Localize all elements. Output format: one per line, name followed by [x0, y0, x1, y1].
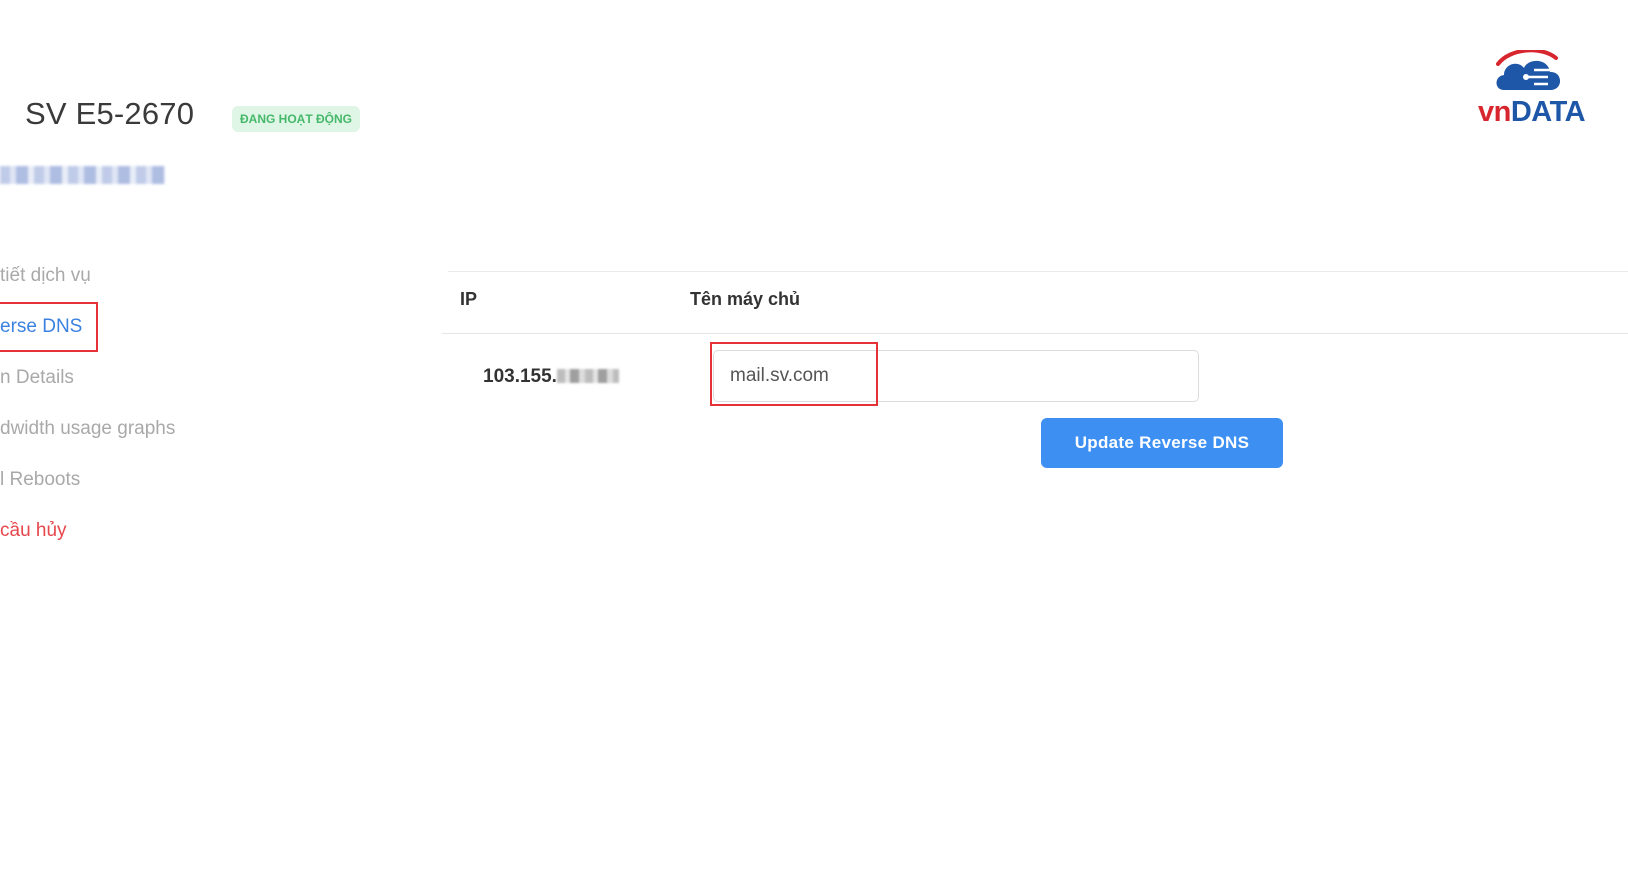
column-header-ip: IP: [460, 289, 478, 309]
vndata-logo[interactable]: vnDATA: [1468, 50, 1598, 130]
column-header-hostname: Tên máy chủ: [690, 289, 801, 309]
logo-vn-text: vn: [1478, 96, 1511, 128]
ip-blurred-part: [556, 369, 619, 383]
logo-data-text: DATA: [1510, 96, 1586, 128]
logo-wordmark: vnDATA: [1478, 96, 1586, 129]
ip-address-cell: 103.155.: [483, 366, 619, 388]
table-top-divider: [448, 271, 1628, 272]
sidebar-item-reboots[interactable]: l Reboots: [0, 469, 80, 491]
sidebar-item-cancel-request[interactable]: cầu hủy: [0, 520, 67, 542]
sidebar-item-login-details[interactable]: n Details: [0, 367, 74, 389]
sidebar-item-service-details[interactable]: tiết dịch vụ: [0, 265, 91, 287]
sidebar-item-bandwidth-graphs[interactable]: dwidth usage graphs: [0, 418, 175, 440]
update-reverse-dns-button[interactable]: Update Reverse DNS: [1041, 418, 1283, 468]
page: SV E5-2670 ĐANG HOẠT ĐỘNG vnDATA tiết dị…: [0, 0, 1628, 890]
status-badge: ĐANG HOẠT ĐỘNG: [232, 106, 360, 132]
blurred-domain: [0, 166, 165, 184]
table-header-divider: [442, 333, 1628, 334]
ip-address-text: 103.155.: [483, 366, 557, 387]
hostname-input[interactable]: [713, 350, 1199, 402]
highlight-box-reverse-dns: [0, 302, 98, 352]
cloud-logo-icon: [1496, 50, 1561, 90]
page-title: SV E5-2670: [25, 96, 195, 131]
